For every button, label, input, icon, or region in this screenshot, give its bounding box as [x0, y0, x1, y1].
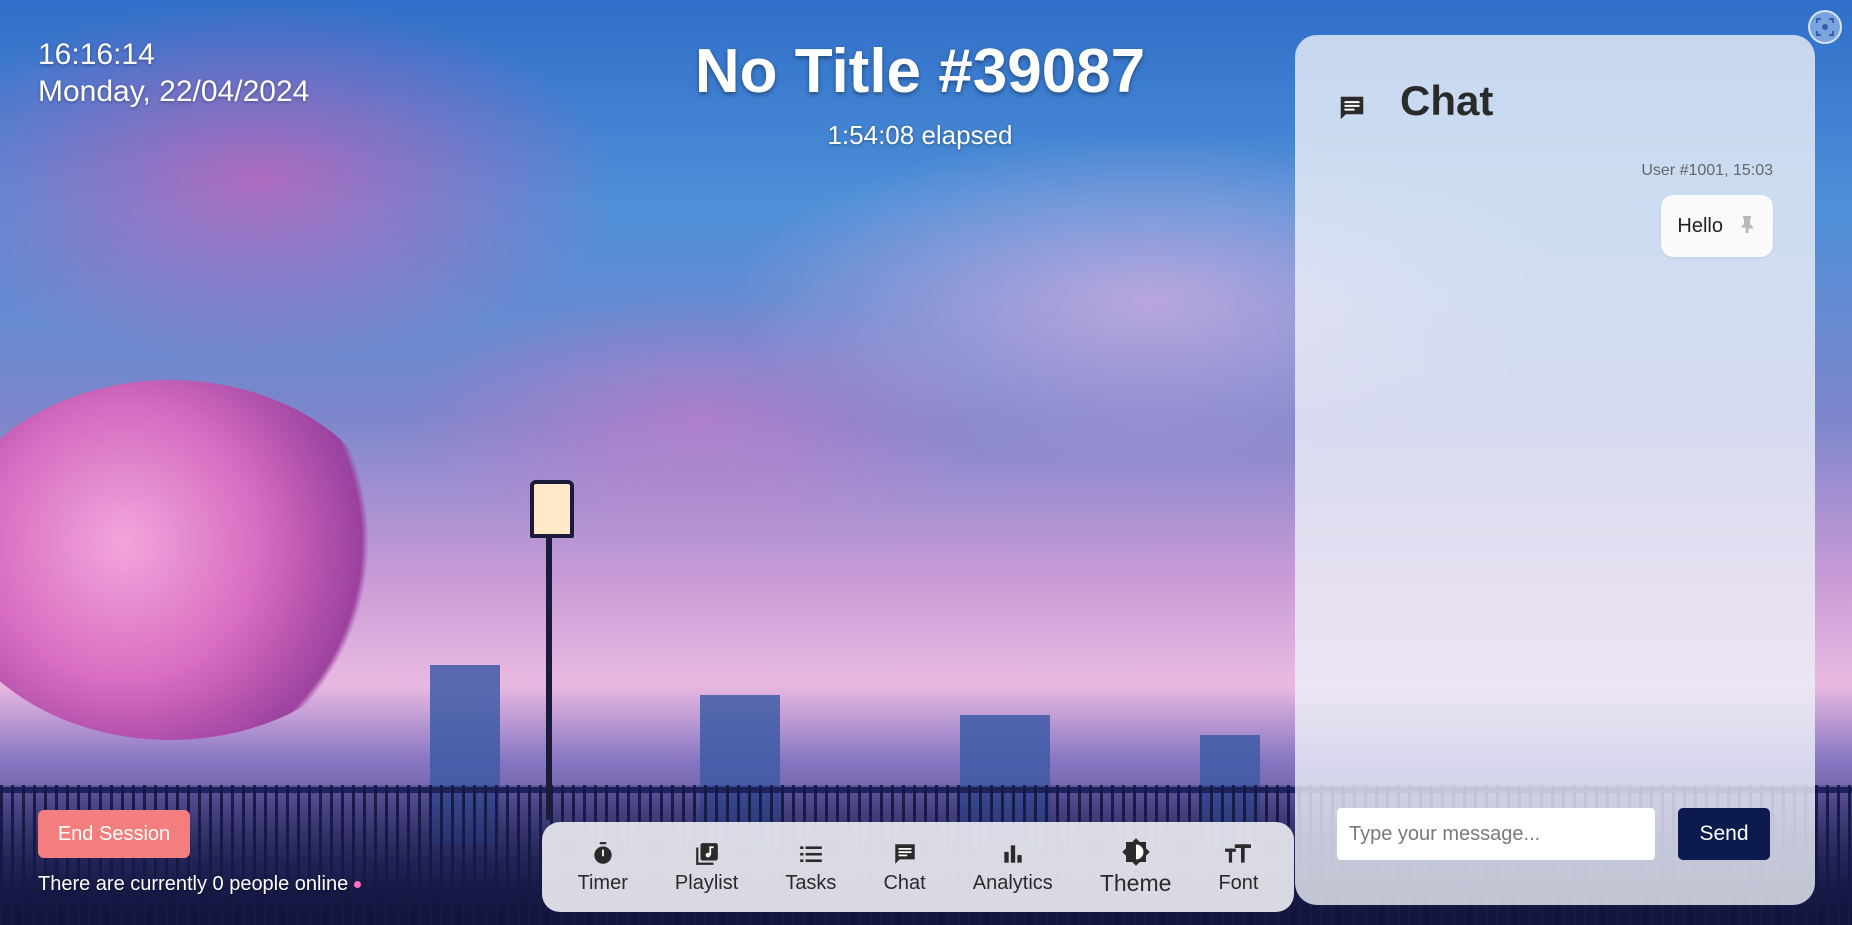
timer-icon [590, 840, 616, 868]
online-status: There are currently 0 people online [38, 873, 362, 896]
toolbar-item-tasks[interactable]: Tasks [785, 840, 836, 895]
playlist-icon [694, 840, 720, 868]
lamp-head [530, 480, 574, 538]
message-input[interactable] [1337, 808, 1655, 860]
toolbar-item-chat[interactable]: Chat [883, 840, 926, 895]
toolbar-item-label: Tasks [785, 871, 837, 894]
clock-date: Monday, 22/04/2024 [38, 75, 310, 108]
theme-icon [1121, 837, 1151, 866]
chat-message: Hello [1661, 195, 1773, 257]
chat-panel: Chat User #1001, 15:03 Hello Send [1295, 35, 1815, 905]
toolbar-item-label: Analytics [972, 871, 1053, 894]
toolbar-item-label: Playlist [674, 871, 739, 894]
chat-icon [892, 840, 918, 868]
end-session-button[interactable]: End Session [38, 810, 190, 858]
screenshot-icon[interactable] [1808, 10, 1842, 44]
message-text: Hello [1677, 214, 1723, 237]
toolbar-item-label: Timer [577, 871, 628, 894]
lamp-post [546, 500, 552, 820]
toolbar-item-label: Theme [1099, 869, 1172, 896]
toolbar-item-label: Font [1218, 871, 1259, 894]
clock: 16:16:14 Monday, 22/04/2024 [38, 36, 309, 110]
tasks-icon [798, 840, 824, 868]
toolbar-item-playlist[interactable]: Playlist [675, 840, 738, 895]
analytics-icon [1000, 840, 1026, 868]
pin-icon[interactable] [1739, 215, 1755, 238]
toolbar-item-label: Chat [883, 871, 926, 894]
online-dot-icon [354, 881, 362, 889]
chat-title: Chat [1400, 77, 1494, 124]
session-header: No Title #39087 1:54:08 elapsed [560, 36, 1280, 151]
bottom-toolbar: Timer Playlist Tasks Chat Analytics Them… [542, 822, 1294, 912]
font-icon [1224, 840, 1252, 868]
chat-icon [1337, 93, 1367, 128]
online-status-text: There are currently 0 people online [38, 873, 349, 895]
clock-time: 16:16:14 [38, 38, 155, 71]
session-title[interactable]: No Title #39087 [560, 36, 1280, 108]
toolbar-item-analytics[interactable]: Analytics [973, 840, 1053, 895]
send-button[interactable]: Send [1678, 808, 1770, 860]
elapsed-time: 1:54:08 elapsed [827, 120, 1013, 150]
message-meta: User #1001, 15:03 [1641, 162, 1773, 179]
toolbar-item-font[interactable]: Font [1218, 840, 1258, 895]
toolbar-item-timer[interactable]: Timer [578, 840, 628, 895]
toolbar-item-theme[interactable]: Theme [1099, 837, 1172, 897]
